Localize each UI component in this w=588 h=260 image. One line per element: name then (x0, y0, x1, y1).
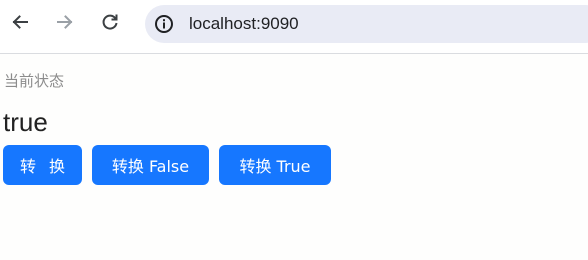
browser-toolbar: localhost:9090 (0, 0, 588, 54)
arrow-right-icon (57, 15, 73, 29)
site-info-button[interactable] (153, 13, 175, 35)
status-value: true (3, 107, 48, 137)
set-true-button[interactable]: 转换 True (219, 145, 331, 185)
reload-button[interactable] (99, 11, 121, 33)
page-content: 当前状态 true 转 换 转换 False 转换 True (0, 55, 588, 260)
arrow-left-icon (12, 15, 28, 29)
info-circle-icon (155, 15, 173, 33)
toggle-button[interactable]: 转 换 (3, 145, 82, 185)
url-text[interactable]: localhost:9090 (189, 14, 299, 34)
set-false-button[interactable]: 转换 False (92, 145, 209, 185)
address-bar[interactable]: localhost:9090 (145, 5, 588, 43)
status-label: 当前状态 (4, 72, 65, 90)
forward-button[interactable] (54, 11, 76, 33)
reload-icon (102, 14, 118, 30)
back-button[interactable] (9, 11, 31, 33)
